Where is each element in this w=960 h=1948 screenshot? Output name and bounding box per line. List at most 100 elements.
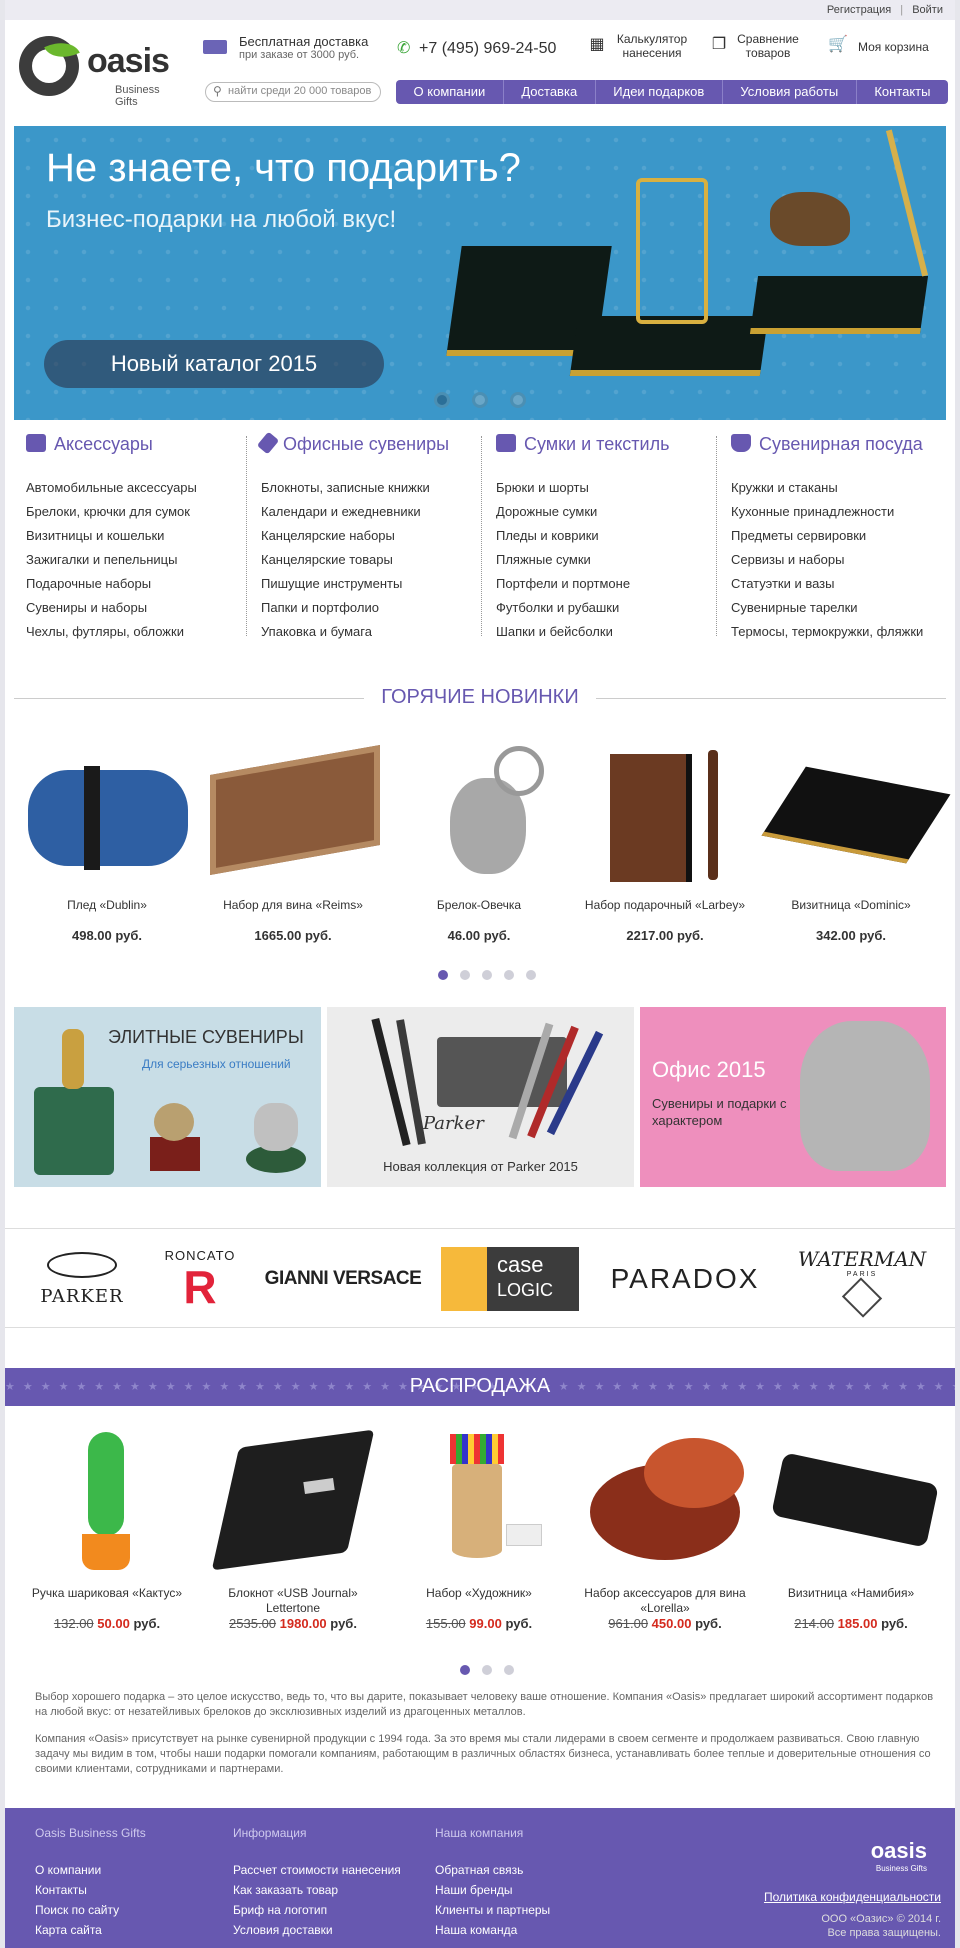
hero-dot[interactable] — [434, 392, 450, 408]
product-image[interactable] — [200, 738, 386, 888]
search-icon[interactable]: ⚲ — [213, 84, 222, 98]
category-link[interactable]: Зажигалки и пепельницы — [26, 552, 177, 567]
product-image[interactable] — [386, 738, 572, 888]
brand-waterman[interactable]: WATERMAN PARIS — [787, 1247, 937, 1318]
category-link[interactable]: Термосы, термокружки, фляжки — [731, 624, 923, 639]
category-link[interactable]: Шапки и бейсболки — [496, 624, 613, 639]
category-link[interactable]: Пляжные сумки — [496, 552, 591, 567]
site-logo[interactable]: oasis Business Gifts — [19, 34, 170, 108]
category-link[interactable]: Календари и ежедневники — [261, 504, 421, 519]
category-link[interactable]: Сувениры и наборы — [26, 600, 147, 615]
privacy-policy-link[interactable]: Политика конфиденциальности — [764, 1890, 941, 1904]
parker-collection-banner[interactable]: Parker Новая коллекция от Parker 2015 — [327, 1007, 634, 1187]
cart-link[interactable]: 🛒 Моя корзина — [828, 37, 948, 55]
hero-dot[interactable] — [510, 392, 526, 408]
category-title[interactable]: Сумки и текстиль — [524, 434, 669, 454]
hero-dot[interactable] — [472, 392, 488, 408]
category-link[interactable]: Предметы сервировки — [731, 528, 866, 543]
category-link[interactable]: Кружки и стаканы — [731, 480, 838, 495]
phone-number[interactable]: ✆ +7 (495) 969-24-50 — [397, 38, 556, 58]
search-input[interactable]: ⚲ найти среди 20 000 товаров — [205, 82, 381, 102]
product-name[interactable]: Набор подарочный «Larbey» — [572, 898, 758, 928]
product-image[interactable] — [758, 738, 951, 888]
product-card[interactable]: Ручка шариковая «Кактус» 132.00 50.00 ру… — [14, 1424, 200, 1631]
register-link[interactable]: Регистрация — [827, 4, 891, 16]
product-name[interactable]: Визитница «Намибия» — [758, 1586, 944, 1616]
hero-banner[interactable]: Не знаете, что подарить? Бизнес-подарки … — [14, 126, 946, 420]
product-image[interactable] — [572, 738, 758, 888]
category-link[interactable]: Автомобильные аксессуары — [26, 480, 197, 495]
brand-gianni-versace[interactable]: GIANNI VERSACE — [263, 1247, 423, 1311]
product-name[interactable]: Блокнот «USB Journal» Lettertone — [200, 1586, 386, 1616]
pagination-dot[interactable] — [482, 1665, 492, 1675]
product-card[interactable]: Визитница «Намибия» 214.00 185.00 руб. — [758, 1424, 944, 1631]
category-link[interactable]: Пледы и коврики — [496, 528, 599, 543]
footer-link[interactable]: Поиск по сайту — [35, 1903, 119, 1917]
nav-item-contacts[interactable]: Контакты — [855, 80, 948, 104]
product-card[interactable]: Плед «Dublin» 498.00 руб. — [14, 738, 200, 943]
footer-link[interactable]: Карта сайта — [35, 1923, 102, 1937]
category-link[interactable]: Брюки и шорты — [496, 480, 589, 495]
footer-link[interactable]: Наша команда — [435, 1923, 517, 1937]
category-link[interactable]: Статуэтки и вазы — [731, 576, 834, 591]
category-link[interactable]: Сервизы и наборы — [731, 552, 844, 567]
category-link[interactable]: Упаковка и бумага — [261, 624, 372, 639]
category-title[interactable]: Сувенирная посуда — [759, 434, 923, 454]
product-image[interactable] — [386, 1424, 572, 1576]
category-link[interactable]: Пишущие инструменты — [261, 576, 402, 591]
category-link[interactable]: Блокноты, записные книжки — [261, 480, 430, 495]
product-name[interactable]: Визитница «Dominic» — [758, 898, 944, 928]
pagination-dot[interactable] — [460, 1665, 470, 1675]
pagination-dot[interactable] — [526, 970, 536, 980]
footer-link[interactable]: Наши бренды — [435, 1883, 512, 1897]
footer-link[interactable]: Бриф на логотип — [233, 1903, 327, 1917]
product-image[interactable] — [572, 1424, 758, 1576]
nav-item-terms[interactable]: Условия работы — [721, 80, 856, 104]
brand-parker[interactable]: PARKER — [27, 1247, 137, 1311]
category-link[interactable]: Канцелярские наборы — [261, 528, 395, 543]
footer-logo[interactable]: oasis Business Gifts — [871, 1838, 927, 1873]
product-card[interactable]: Набор «Художник» 155.00 99.00 руб. — [386, 1424, 572, 1631]
office-2015-banner[interactable]: Офис 2015 Сувениры и подарки с характеро… — [640, 1007, 946, 1187]
category-link[interactable]: Подарочные наборы — [26, 576, 151, 591]
category-link[interactable]: Визитницы и кошельки — [26, 528, 164, 543]
catalog-button[interactable]: Новый каталог 2015 — [44, 340, 384, 388]
brand-paradox[interactable]: PARADOX — [605, 1247, 765, 1311]
product-card[interactable]: Набор для вина «Reims» 1665.00 руб. — [200, 738, 386, 943]
brand-case-logic[interactable]: case LOGIC — [441, 1247, 579, 1311]
footer-link[interactable]: Рассчет стоимости нанесения — [233, 1863, 401, 1877]
pagination-dot[interactable] — [482, 970, 492, 980]
category-link[interactable]: Футболки и рубашки — [496, 600, 619, 615]
login-link[interactable]: Войти — [912, 4, 943, 16]
product-image[interactable] — [14, 1424, 200, 1576]
print-calculator-link[interactable]: ▦ Калькулятор нанесения — [588, 32, 698, 60]
product-name[interactable]: Брелок-Овечка — [386, 898, 572, 928]
category-title[interactable]: Офисные сувениры — [283, 434, 449, 454]
elite-souvenirs-banner[interactable]: ЭЛИТНЫЕ СУВЕНИРЫ Для серьезных отношений — [14, 1007, 321, 1187]
product-card[interactable]: Набор аксессуаров для вина «Lorella» 961… — [572, 1424, 758, 1631]
product-name[interactable]: Набор аксессуаров для вина «Lorella» — [572, 1586, 758, 1616]
category-title[interactable]: Аксессуары — [54, 434, 153, 454]
product-name[interactable]: Набор «Художник» — [386, 1586, 572, 1616]
nav-item-about[interactable]: О компании — [396, 80, 503, 104]
pagination-dot[interactable] — [504, 970, 514, 980]
category-link[interactable]: Чехлы, футляры, обложки — [26, 624, 184, 639]
product-image[interactable] — [758, 1424, 944, 1576]
category-link[interactable]: Кухонные принадлежности — [731, 504, 894, 519]
product-name[interactable]: Ручка шариковая «Кактус» — [14, 1586, 200, 1616]
category-link[interactable]: Папки и портфолио — [261, 600, 379, 615]
footer-link[interactable]: Контакты — [35, 1883, 87, 1897]
category-link[interactable]: Канцелярские товары — [261, 552, 393, 567]
category-link[interactable]: Портфели и портмоне — [496, 576, 630, 591]
product-image[interactable] — [14, 738, 200, 888]
product-card[interactable]: Набор подарочный «Larbey» 2217.00 руб. — [572, 738, 758, 943]
product-card[interactable]: Брелок-Овечка 46.00 руб. — [386, 738, 572, 943]
footer-link[interactable]: О компании — [35, 1863, 101, 1877]
category-link[interactable]: Брелоки, крючки для сумок — [26, 504, 190, 519]
category-link[interactable]: Сувенирные тарелки — [731, 600, 858, 615]
category-link[interactable]: Дорожные сумки — [496, 504, 597, 519]
product-image[interactable] — [200, 1424, 386, 1576]
nav-item-delivery[interactable]: Доставка — [502, 80, 595, 104]
product-card[interactable]: Визитница «Dominic» 342.00 руб. — [758, 738, 951, 943]
footer-link[interactable]: Клиенты и партнеры — [435, 1903, 550, 1917]
